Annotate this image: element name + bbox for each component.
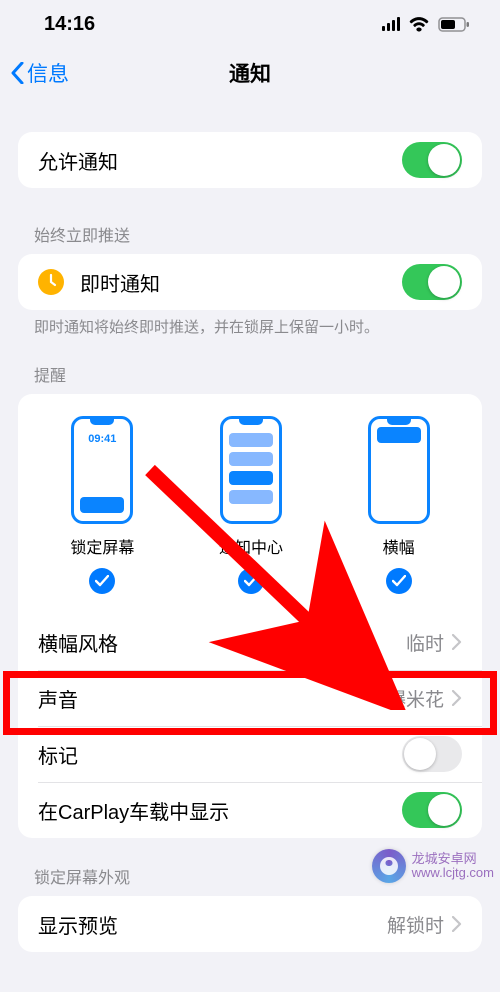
badges-label: 标记 <box>38 740 402 769</box>
alert-option-notification-center[interactable]: 通知中心 <box>219 416 283 594</box>
nav-bar: 信息 通知 <box>0 48 500 98</box>
chevron-right-icon <box>452 916 462 932</box>
wifi-icon <box>408 16 430 32</box>
instant-label: 即时通知 <box>80 268 402 297</box>
banner-style-value: 临时 <box>406 629 444 656</box>
battery-icon <box>438 17 470 32</box>
checkmark-icon <box>386 568 412 594</box>
alert-option-lockscreen[interactable]: 09:41 锁定屏幕 <box>70 416 134 594</box>
clock-icon <box>38 269 64 295</box>
alerts-group: 提醒 09:41 锁定屏幕 <box>0 362 500 838</box>
alert-style-picker: 09:41 锁定屏幕 通知中心 <box>18 394 482 614</box>
back-button[interactable]: 信息 <box>10 58 69 88</box>
watermark: 龙城安卓网 www.lcjtg.com <box>372 849 494 883</box>
back-label: 信息 <box>27 58 69 88</box>
sounds-row[interactable]: 声音 爆米花 <box>18 670 482 726</box>
alerts-header: 提醒 <box>0 362 500 394</box>
chevron-left-icon <box>10 62 25 84</box>
watermark-line2: www.lcjtg.com <box>412 866 494 880</box>
carplay-toggle[interactable] <box>402 792 462 828</box>
watermark-logo-icon <box>372 849 406 883</box>
cellular-signal-icon <box>382 17 400 31</box>
alert-option-label: 通知中心 <box>219 534 283 558</box>
banner-style-label: 横幅风格 <box>38 628 406 657</box>
watermark-line1: 龙城安卓网 <box>412 852 494 866</box>
instant-toggle[interactable] <box>402 264 462 300</box>
alert-option-label: 锁定屏幕 <box>70 534 134 558</box>
sounds-value: 爆米花 <box>387 685 444 712</box>
instant-row[interactable]: 即时通知 <box>18 254 482 310</box>
status-indicators <box>382 16 470 32</box>
show-previews-label: 显示预览 <box>38 910 387 939</box>
chevron-right-icon <box>452 634 462 650</box>
checkmark-icon <box>238 568 264 594</box>
lockscreen-time: 09:41 <box>74 433 130 445</box>
allow-notifications-row[interactable]: 允许通知 <box>18 132 482 188</box>
banner-preview-icon <box>368 416 430 524</box>
carplay-label: 在CarPlay车载中显示 <box>38 796 402 825</box>
lockscreen-preview-icon: 09:41 <box>71 416 133 524</box>
banner-style-row[interactable]: 横幅风格 临时 <box>18 614 482 670</box>
allow-notifications-label: 允许通知 <box>38 146 402 175</box>
alert-option-banner[interactable]: 横幅 <box>368 416 430 594</box>
show-previews-row[interactable]: 显示预览 解锁时 <box>18 896 482 952</box>
allow-group: 允许通知 <box>0 132 500 188</box>
carplay-row[interactable]: 在CarPlay车载中显示 <box>18 782 482 838</box>
page-title: 通知 <box>229 58 271 88</box>
instant-footer: 即时通知将始终即时推送，并在锁屏上保留一小时。 <box>0 310 500 338</box>
sounds-label: 声音 <box>38 684 387 713</box>
status-time: 14:16 <box>44 13 95 36</box>
instant-header: 始终立即推送 <box>0 222 500 254</box>
badges-row[interactable]: 标记 <box>18 726 482 782</box>
alert-option-label: 横幅 <box>383 534 415 558</box>
chevron-right-icon <box>452 690 462 706</box>
checkmark-icon <box>89 568 115 594</box>
status-bar: 14:16 <box>0 0 500 48</box>
show-previews-value: 解锁时 <box>387 911 444 938</box>
instant-group: 始终立即推送 即时通知 即时通知将始终即时推送，并在锁屏上保留一小时。 <box>0 222 500 338</box>
notification-center-preview-icon <box>220 416 282 524</box>
allow-notifications-toggle[interactable] <box>402 142 462 178</box>
badges-toggle[interactable] <box>402 736 462 772</box>
